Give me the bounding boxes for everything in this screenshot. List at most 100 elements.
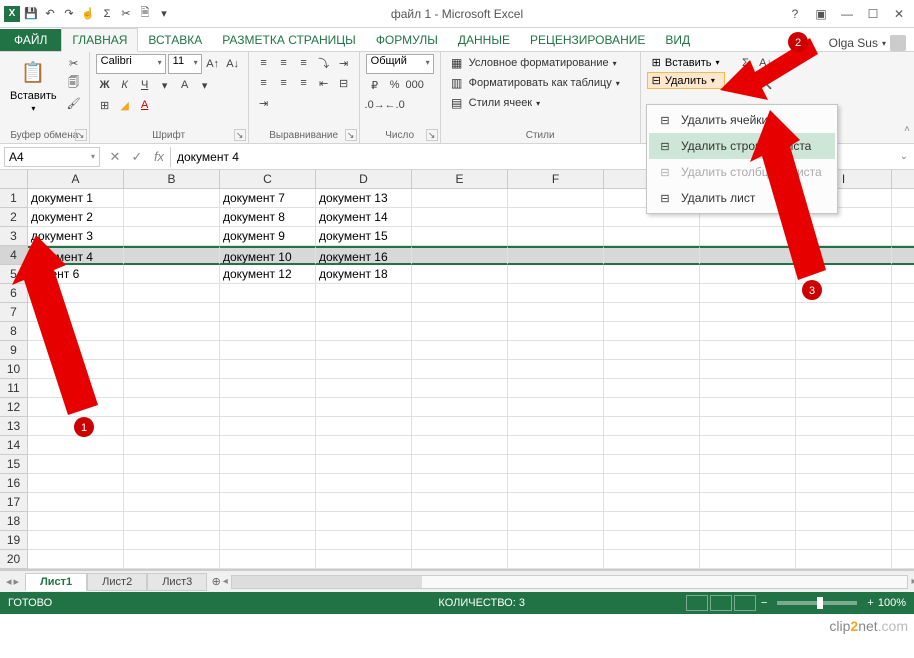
cell-F6[interactable] <box>508 284 604 303</box>
cell-D18[interactable] <box>316 512 412 531</box>
font-size-combo[interactable]: 11 <box>168 54 202 74</box>
cell-D11[interactable] <box>316 379 412 398</box>
cell-I13[interactable] <box>796 417 892 436</box>
cell-J8[interactable] <box>892 322 914 341</box>
cell-D12[interactable] <box>316 398 412 417</box>
tab-insert[interactable]: ВСТАВКА <box>138 29 212 51</box>
cell-B4[interactable] <box>124 246 220 265</box>
cell-J4[interactable] <box>892 246 914 265</box>
align-top-icon[interactable]: ≡ <box>255 54 273 72</box>
align-right-icon[interactable]: ≡ <box>295 74 313 92</box>
font-launcher-icon[interactable]: ↘ <box>234 129 246 141</box>
cell-J6[interactable] <box>892 284 914 303</box>
row-header-20[interactable]: 20 <box>0 550 28 569</box>
cell-C15[interactable] <box>220 455 316 474</box>
underline-button[interactable]: Ч <box>136 76 154 94</box>
cell-F10[interactable] <box>508 360 604 379</box>
cell-D7[interactable] <box>316 303 412 322</box>
name-box[interactable]: A4 <box>4 147 100 167</box>
number-launcher-icon[interactable]: ↘ <box>426 129 438 141</box>
cell-C2[interactable]: документ 8 <box>220 208 316 227</box>
preview-icon[interactable]: 🗎 <box>137 6 153 22</box>
cell-E5[interactable] <box>412 265 508 284</box>
cell-E3[interactable] <box>412 227 508 246</box>
column-header-C[interactable]: C <box>220 170 316 189</box>
cell-E12[interactable] <box>412 398 508 417</box>
cell-C20[interactable] <box>220 550 316 569</box>
user-dropdown-icon[interactable]: ▾ <box>882 39 886 48</box>
cell-G13[interactable] <box>604 417 700 436</box>
row-header-15[interactable]: 15 <box>0 455 28 474</box>
cell-C7[interactable] <box>220 303 316 322</box>
conditional-formatting-button[interactable]: ▦Условное форматирование▾ <box>447 54 634 72</box>
cell-C8[interactable] <box>220 322 316 341</box>
cell-D1[interactable]: документ 13 <box>316 189 412 208</box>
cell-H16[interactable] <box>700 474 796 493</box>
column-header-B[interactable]: B <box>124 170 220 189</box>
redo-icon[interactable]: ↷ <box>61 6 77 22</box>
cell-D2[interactable]: документ 14 <box>316 208 412 227</box>
clipboard-launcher-icon[interactable]: ↘ <box>75 129 87 141</box>
cell-I8[interactable] <box>796 322 892 341</box>
cell-J3[interactable] <box>892 227 914 246</box>
cell-G4[interactable] <box>604 246 700 265</box>
cell-G11[interactable] <box>604 379 700 398</box>
cell-H14[interactable] <box>700 436 796 455</box>
formula-expand-icon[interactable]: ⌄ <box>894 151 914 162</box>
cell-F4[interactable] <box>508 246 604 265</box>
cell-G6[interactable] <box>604 284 700 303</box>
merge-cells-icon[interactable]: ⊟ <box>335 74 353 92</box>
increase-decimal-icon[interactable]: .0→ <box>366 96 384 114</box>
cell-G20[interactable] <box>604 550 700 569</box>
insert-cells-button[interactable]: ⊞Вставить▾ <box>647 54 725 71</box>
tab-formulas[interactable]: ФОРМУЛЫ <box>366 29 448 51</box>
alignment-launcher-icon[interactable]: ↘ <box>345 129 357 141</box>
wrap-text-icon[interactable]: ⇥ <box>335 54 353 72</box>
cell-H17[interactable] <box>700 493 796 512</box>
cell-styles-button[interactable]: ▤Стили ячеек▾ <box>447 94 634 112</box>
cell-H13[interactable] <box>700 417 796 436</box>
sheet-nav-first-icon[interactable]: ◂ <box>6 575 12 588</box>
format-painter-button[interactable]: 🖌 <box>65 94 83 112</box>
cell-J10[interactable] <box>892 360 914 379</box>
row-header-1[interactable]: 1 <box>0 189 28 208</box>
font-name-combo[interactable]: Calibri <box>96 54 166 74</box>
cell-B15[interactable] <box>124 455 220 474</box>
cell-B1[interactable] <box>124 189 220 208</box>
cell-C19[interactable] <box>220 531 316 550</box>
cell-B13[interactable] <box>124 417 220 436</box>
cell-B2[interactable] <box>124 208 220 227</box>
cell-F12[interactable] <box>508 398 604 417</box>
row-header-18[interactable]: 18 <box>0 512 28 531</box>
cell-H8[interactable] <box>700 322 796 341</box>
view-page-break-icon[interactable] <box>734 595 756 611</box>
cell-D9[interactable] <box>316 341 412 360</box>
cell-D15[interactable] <box>316 455 412 474</box>
cell-I9[interactable] <box>796 341 892 360</box>
cell-I16[interactable] <box>796 474 892 493</box>
minimize-icon[interactable]: — <box>838 5 856 23</box>
cell-F9[interactable] <box>508 341 604 360</box>
cell-A16[interactable] <box>28 474 124 493</box>
cell-A20[interactable] <box>28 550 124 569</box>
currency-icon[interactable]: ₽ <box>366 76 384 94</box>
cell-J9[interactable] <box>892 341 914 360</box>
cell-G3[interactable] <box>604 227 700 246</box>
cell-H9[interactable] <box>700 341 796 360</box>
align-left-icon[interactable]: ≡ <box>255 74 273 92</box>
increase-indent-icon[interactable]: ⇥ <box>255 94 273 112</box>
autosum-icon[interactable]: Σ <box>99 6 115 22</box>
excel-logo-icon[interactable]: X <box>4 6 20 22</box>
cell-J12[interactable] <box>892 398 914 417</box>
cell-F11[interactable] <box>508 379 604 398</box>
cell-B3[interactable] <box>124 227 220 246</box>
cell-C1[interactable]: документ 7 <box>220 189 316 208</box>
cell-G14[interactable] <box>604 436 700 455</box>
cell-F19[interactable] <box>508 531 604 550</box>
touch-mode-icon[interactable]: ☝ <box>80 6 96 22</box>
cell-B20[interactable] <box>124 550 220 569</box>
cell-C10[interactable] <box>220 360 316 379</box>
comma-icon[interactable]: 000 <box>406 76 424 94</box>
cell-E1[interactable] <box>412 189 508 208</box>
italic-button[interactable]: К <box>116 76 134 94</box>
